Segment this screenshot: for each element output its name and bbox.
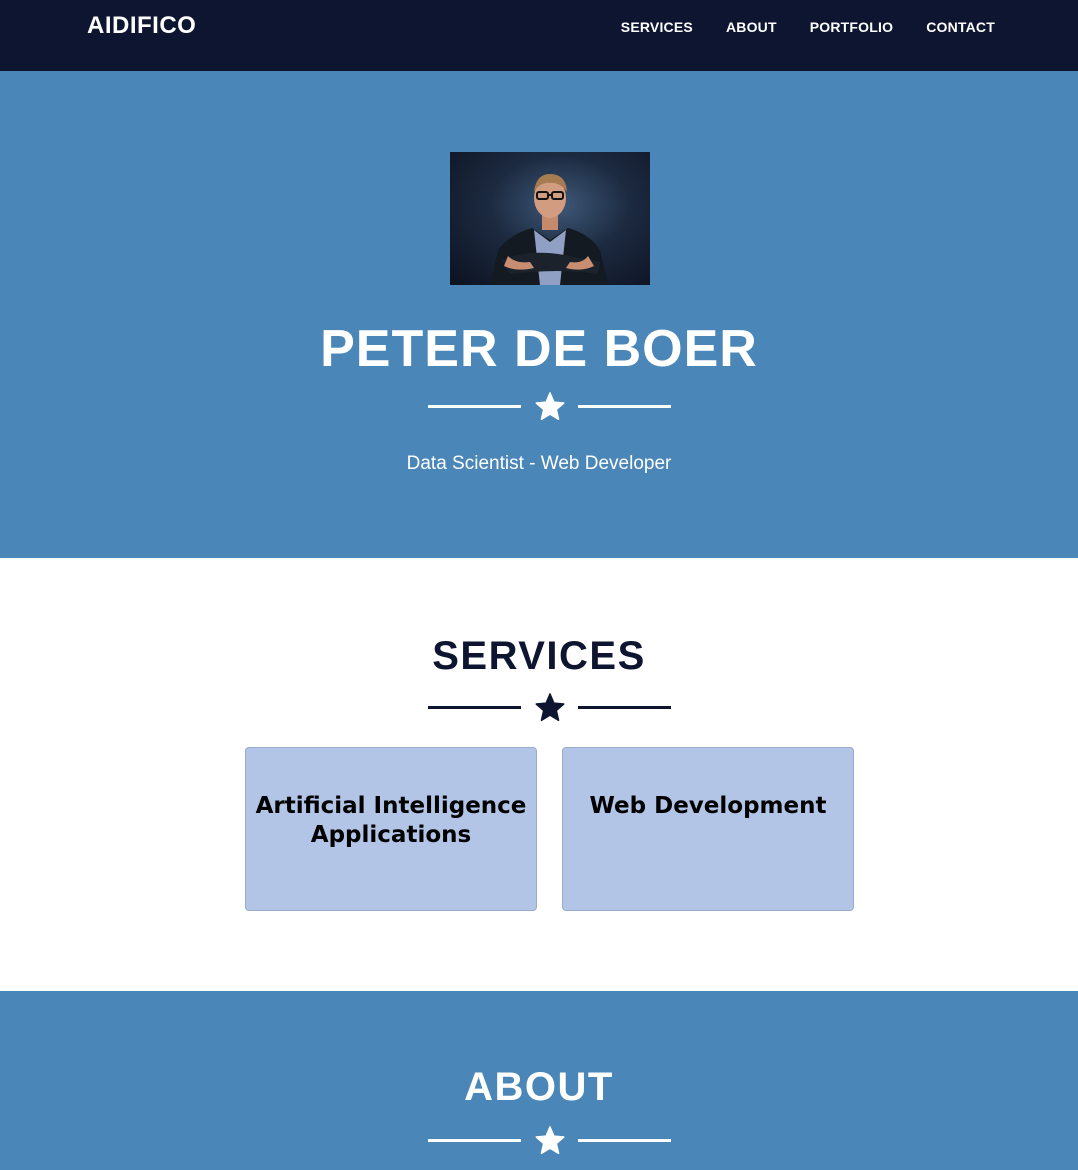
divider-line-right [578, 405, 671, 408]
hero-name: PETER DE BOER [320, 320, 758, 378]
divider-line-right [578, 1139, 671, 1142]
nav-link-contact[interactable]: CONTACT [926, 19, 995, 35]
profile-photo-illustration [490, 174, 608, 285]
nav-links: SERVICES ABOUT PORTFOLIO CONTACT [588, 19, 995, 35]
star-icon [535, 1126, 565, 1155]
divider-line-left [428, 706, 521, 709]
service-card-label: Web Development [589, 793, 827, 819]
about-section: ABOUT [0, 991, 1078, 1170]
about-title: ABOUT [464, 1065, 614, 1109]
divider-line-left [428, 1139, 521, 1142]
hero-subtitle: Data Scientist - Web Developer [406, 453, 672, 474]
star-icon [535, 392, 565, 421]
navbar: AIDIFICO SERVICES ABOUT PORTFOLIO CONTAC… [0, 0, 1078, 71]
service-card-web-development[interactable]: Web Development [562, 747, 854, 911]
service-card-ai[interactable]: Artificial Intelligence Applications [245, 747, 537, 911]
services-divider [428, 692, 671, 724]
hero-section: PETER DE BOER Data Scientist - Web Devel… [0, 71, 1078, 558]
divider-line-left [428, 405, 521, 408]
brand-logo-link[interactable]: AIDIFICO [87, 12, 196, 40]
hero-divider [428, 391, 671, 423]
nav-link-about[interactable]: ABOUT [726, 19, 777, 35]
about-divider [428, 1125, 671, 1157]
services-title: SERVICES [432, 634, 646, 678]
profile-photo [450, 152, 650, 285]
star-icon [535, 693, 565, 722]
services-section: SERVICES Artificial Intelligence Applica… [0, 558, 1078, 991]
nav-link-portfolio[interactable]: PORTFOLIO [810, 19, 893, 35]
service-card-label: Artificial Intelligence Applications [255, 793, 527, 848]
divider-line-right [578, 706, 671, 709]
nav-link-services[interactable]: SERVICES [621, 19, 693, 35]
